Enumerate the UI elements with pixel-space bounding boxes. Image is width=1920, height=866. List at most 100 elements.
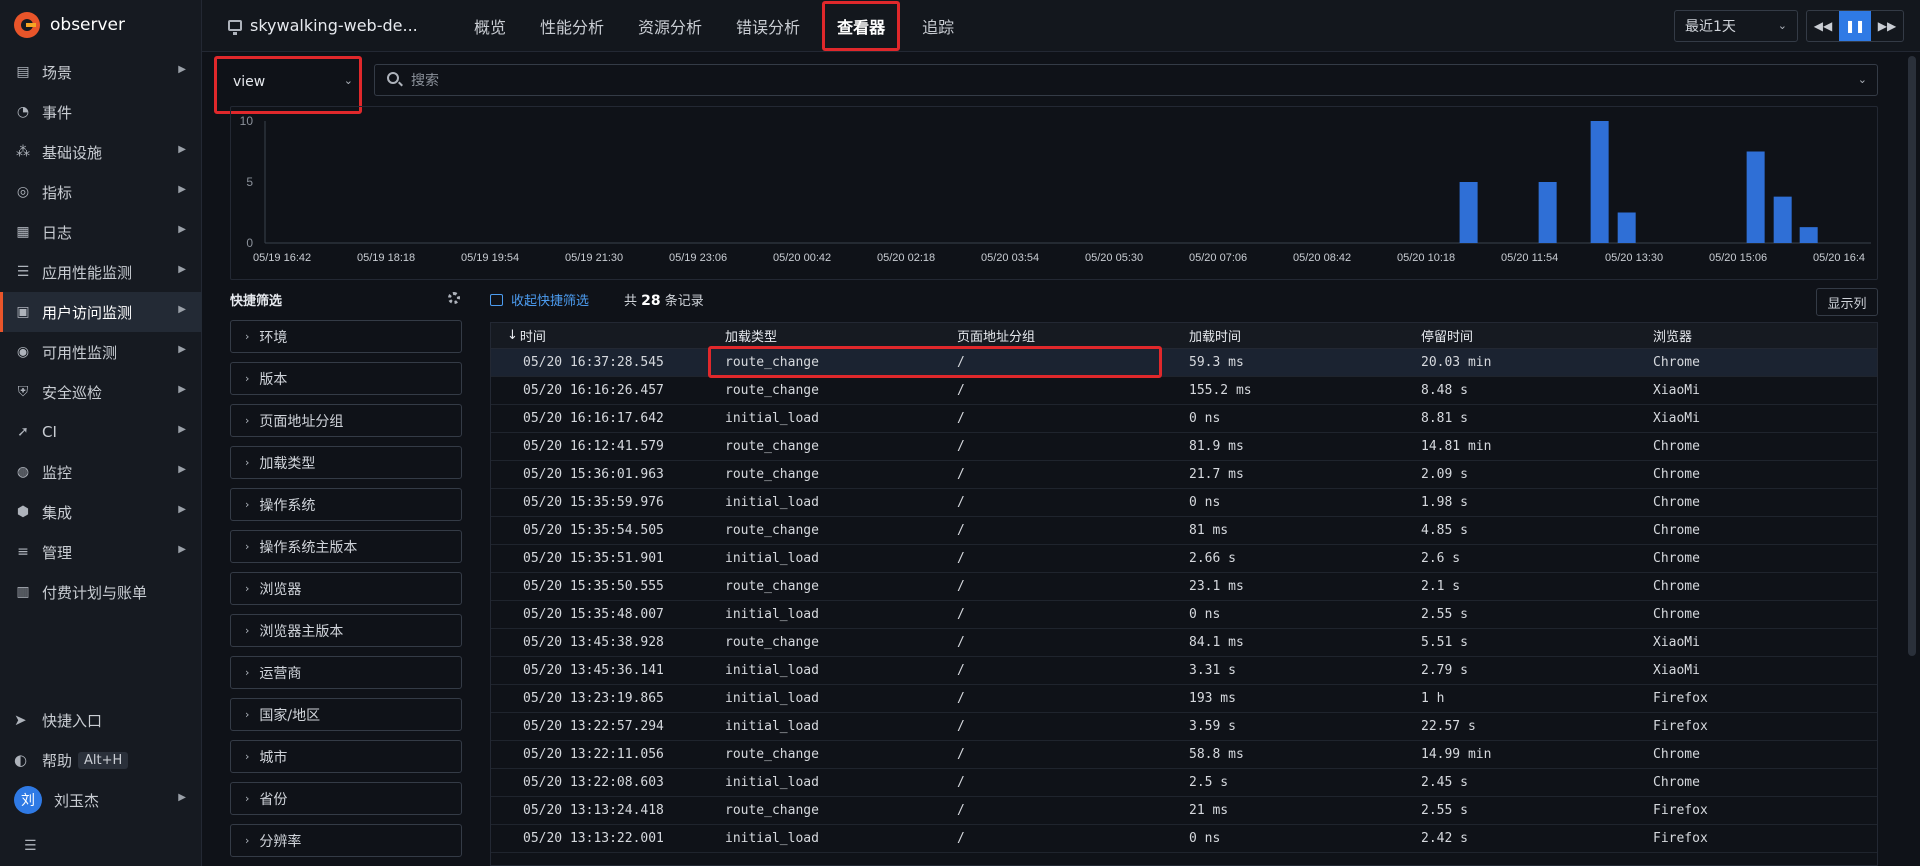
table-row[interactable]: 05/20 13:22:57.294 initial_load / 3.59 s 22.… xyxy=(491,713,1877,741)
chart-bar[interactable] xyxy=(1590,121,1609,243)
quick-filter-item[interactable]: › 浏览器 xyxy=(230,572,462,605)
chart-bar[interactable] xyxy=(1617,212,1636,244)
help-entry[interactable]: ◐ 帮助 Alt+H xyxy=(0,740,202,780)
table-row[interactable]: 05/20 16:16:26.457 route_change / 155.2 ms 8… xyxy=(491,377,1877,405)
availability-icon: ◉ xyxy=(16,344,30,360)
gear-icon[interactable] xyxy=(448,292,460,304)
scrollbar[interactable] xyxy=(1908,56,1916,656)
chart-bar[interactable] xyxy=(1773,196,1792,243)
rewind-icon[interactable]: ◀◀ xyxy=(1807,11,1839,41)
quick-filter-item[interactable]: › 加载类型 xyxy=(230,446,462,479)
column-header[interactable]: 加载时间 xyxy=(1187,323,1419,348)
table-row[interactable]: 05/20 15:36:01.963 route_change / 21.7 ms 2.… xyxy=(491,461,1877,489)
table-row[interactable]: 05/20 16:16:17.642 initial_load / 0 ns 8.81 … xyxy=(491,405,1877,433)
help-icon: ◐ xyxy=(14,751,28,769)
sidebar-item-label: 场景 xyxy=(42,63,73,82)
tab-0[interactable]: 概览 xyxy=(462,0,518,52)
sidebar-item-0[interactable]: ▤ 场景 ▶ xyxy=(0,52,202,92)
chart-bar[interactable] xyxy=(1746,151,1765,244)
chart-bar[interactable] xyxy=(1459,182,1478,243)
table-row[interactable]: 05/20 15:35:50.555 route_change / 23.1 ms 2.… xyxy=(491,573,1877,601)
table-cell: 3.59 s xyxy=(1189,719,1236,734)
column-header[interactable]: 停留时间 xyxy=(1419,323,1651,348)
quick-filter-item[interactable]: › 分辨率 xyxy=(230,824,462,857)
sidebar-item-12[interactable]: ≡ 管理 ▶ xyxy=(0,532,202,572)
table-row[interactable]: 05/20 13:45:38.928 route_change / 84.1 ms 5.… xyxy=(491,629,1877,657)
column-header[interactable]: 加载类型 xyxy=(723,323,955,348)
table-row[interactable]: 05/20 13:13:24.418 route_change / 21 ms 2.55… xyxy=(491,797,1877,825)
tab-4[interactable]: 查看器 xyxy=(822,1,901,51)
shortcut-entry[interactable]: ➤ 快捷入口 xyxy=(0,700,202,740)
collapse-quick-filter-button[interactable]: 收起快捷筛选 xyxy=(490,290,589,309)
column-header[interactable]: 页面地址分组 xyxy=(955,323,1187,348)
quick-filter-item[interactable]: › 页面地址分组 xyxy=(230,404,462,437)
table-row[interactable]: 05/20 13:23:19.865 initial_load / 193 ms 1 h… xyxy=(491,685,1877,713)
column-header[interactable]: ↓ 时间 xyxy=(491,323,723,348)
chevron-down-icon: ⌄ xyxy=(1777,19,1787,32)
table-row[interactable]: 05/20 13:22:11.056 route_change / 58.8 ms 14… xyxy=(491,741,1877,769)
quick-filter-item[interactable]: › 国家/地区 xyxy=(230,698,462,731)
column-header[interactable]: 浏览器 xyxy=(1651,323,1875,348)
tab-2[interactable]: 资源分析 xyxy=(626,0,714,52)
sidebar-item-1[interactable]: ◔ 事件 xyxy=(0,92,202,132)
collapse-sidebar-icon[interactable]: ☰ xyxy=(24,838,44,854)
time-range-select[interactable]: 最近1天 ⌄ xyxy=(1674,10,1798,42)
table-row[interactable]: 05/20 13:22:08.603 initial_load / 2.5 s 2.45… xyxy=(491,769,1877,797)
show-columns-button[interactable]: 显示列 xyxy=(1816,288,1878,316)
table-row[interactable]: 05/20 15:35:54.505 route_change / 81 ms 4.85… xyxy=(491,517,1877,545)
search-input[interactable]: 搜索 ⌄ xyxy=(374,64,1878,96)
quick-filter-item[interactable]: › 省份 xyxy=(230,782,462,815)
sidebar-item-10[interactable]: ◍ 监控 ▶ xyxy=(0,452,202,492)
table-row[interactable]: 05/20 13:13:22.001 initial_load / 0 ns 2.42 … xyxy=(491,825,1877,853)
view-select[interactable]: view ⌄ xyxy=(225,67,353,97)
quick-filter-label: 浏览器 xyxy=(259,581,302,598)
quick-filter-item[interactable]: › 版本 xyxy=(230,362,462,395)
y-tick-label: 0 xyxy=(246,236,253,250)
sidebar-item-13[interactable]: ▥ 付费计划与账单 xyxy=(0,572,202,612)
sidebar-item-4[interactable]: ▦ 日志 ▶ xyxy=(0,212,202,252)
table-cell: 05/20 15:35:50.555 xyxy=(523,579,664,594)
chart-bar[interactable] xyxy=(1799,227,1818,243)
sidebar-item-3[interactable]: ◎ 指标 ▶ xyxy=(0,172,202,212)
table-row[interactable]: 05/20 13:45:36.141 initial_load / 3.31 s 2.7… xyxy=(491,657,1877,685)
quick-filter-item[interactable]: › 浏览器主版本 xyxy=(230,614,462,647)
sidebar-item-6[interactable]: ▣ 用户访问监测 ▶ xyxy=(0,292,202,332)
fast-forward-icon[interactable]: ▶▶ xyxy=(1871,11,1903,41)
sidebar-item-9[interactable]: ➚ CI ▶ xyxy=(0,412,202,452)
tab-5[interactable]: 追踪 xyxy=(910,0,966,52)
table-row[interactable]: 05/20 15:35:51.901 initial_load / 2.66 s 2.6… xyxy=(491,545,1877,573)
table-cell: 5.51 s xyxy=(1421,635,1468,650)
tab-1[interactable]: 性能分析 xyxy=(528,0,616,52)
logo[interactable]: observer xyxy=(14,12,125,38)
table-row[interactable]: 05/20 16:12:41.579 route_change / 81.9 ms 14… xyxy=(491,433,1877,461)
chevron-right-icon: › xyxy=(245,582,250,595)
sidebar-item-2[interactable]: ⁂ 基础设施 ▶ xyxy=(0,132,202,172)
table-cell: 8.81 s xyxy=(1421,411,1468,426)
table-cell: 05/20 16:16:26.457 xyxy=(523,383,664,398)
send-icon: ➤ xyxy=(14,711,27,729)
sidebar-item-label: 基础设施 xyxy=(42,143,103,162)
user-menu[interactable]: 刘 刘玉杰 ▶ xyxy=(0,780,202,820)
quick-filter-item[interactable]: › 运营商 xyxy=(230,656,462,689)
sidebar-item-5[interactable]: ☰ 应用性能监测 ▶ xyxy=(0,252,202,292)
sidebar-item-11[interactable]: ⬢ 集成 ▶ xyxy=(0,492,202,532)
table-row[interactable]: 05/20 15:35:48.007 initial_load / 0 ns 2.55 … xyxy=(491,601,1877,629)
monitor-icon: ◍ xyxy=(16,464,30,480)
pause-icon[interactable]: ❚❚ xyxy=(1839,11,1871,41)
chevron-right-icon: ▶ xyxy=(178,64,186,75)
chevron-right-icon: ▶ xyxy=(178,424,186,435)
tab-3[interactable]: 错误分析 xyxy=(724,0,812,52)
sidebar-item-8[interactable]: ⛨ 安全巡检 ▶ xyxy=(0,372,202,412)
app-selector[interactable]: skywalking-web-de... xyxy=(228,16,418,35)
table-cell: 05/20 13:13:22.001 xyxy=(523,831,664,846)
quick-filter-item[interactable]: › 城市 xyxy=(230,740,462,773)
chevron-right-icon: › xyxy=(245,372,250,385)
quick-filter-item[interactable]: › 环境 xyxy=(230,320,462,353)
search-icon xyxy=(387,72,399,84)
table-row[interactable]: 05/20 16:37:28.545 route_change / 59.3 ms 20… xyxy=(491,349,1877,377)
quick-filter-item[interactable]: › 操作系统 xyxy=(230,488,462,521)
sidebar-item-7[interactable]: ◉ 可用性监测 ▶ xyxy=(0,332,202,372)
table-row[interactable]: 05/20 15:35:59.976 initial_load / 0 ns 1.98 … xyxy=(491,489,1877,517)
chart-bar[interactable] xyxy=(1538,182,1557,243)
quick-filter-item[interactable]: › 操作系统主版本 xyxy=(230,530,462,563)
